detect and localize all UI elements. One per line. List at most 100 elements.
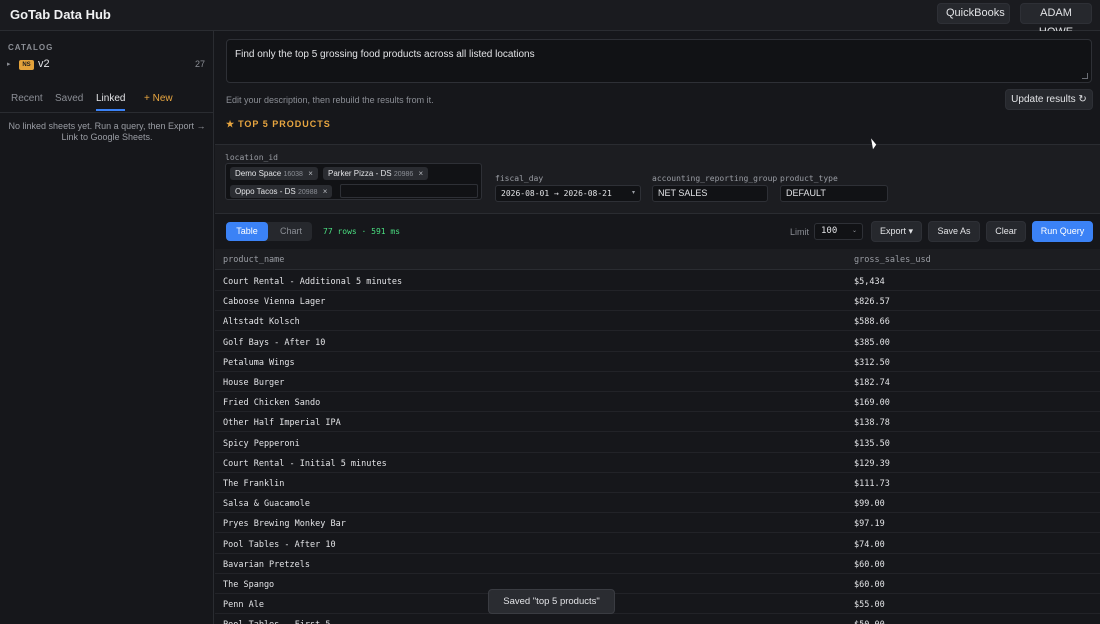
row-count-timing: 77 rows · 591 ms <box>323 227 401 236</box>
new-button[interactable]: + New <box>144 93 173 111</box>
tab-chart[interactable]: Chart <box>270 222 312 241</box>
table-row[interactable]: House Burger $182.74 <box>215 372 1100 392</box>
product-name-cell: The Franklin <box>223 479 285 489</box>
gross-sales-cell: $60.00 <box>854 559 885 570</box>
table-row[interactable]: Altstadt Kolsch $588.66 <box>215 311 1100 332</box>
product-name-cell: Altstadt Kolsch <box>223 317 300 328</box>
result-title: ★ TOP 5 PRODUCTS <box>226 119 331 132</box>
column-header-gross-sales[interactable]: gross_sales_usd <box>854 255 931 265</box>
table-row[interactable]: Court Rental - Additional 5 minutes $5,43… <box>215 271 1100 291</box>
clear-button[interactable]: Clear <box>986 221 1026 242</box>
description-hint: Edit your description, then rebuild the … <box>226 95 434 105</box>
chip-name: Parker Pizza - DS <box>328 169 392 178</box>
location-chip: Demo Space 16038 × <box>230 167 318 180</box>
product-name-cell: Salsa & Guacamole <box>223 499 310 510</box>
tab-table[interactable]: Table <box>226 222 268 241</box>
close-icon[interactable]: × <box>308 169 313 178</box>
save-as-button[interactable]: Save As <box>928 221 980 242</box>
table-row[interactable]: Bavarian Pretzels $60.00 <box>215 554 1100 574</box>
top-bar: GoTab Data Hub QuickBooks ▾ ADAM HOWE <box>0 0 1100 38</box>
table-row[interactable]: Pool Tables - After 10 $74.00 <box>215 534 1100 554</box>
quickbooks-menu-button[interactable]: QuickBooks ▾ <box>937 3 1010 37</box>
location-search-input[interactable] <box>340 184 478 198</box>
results-table: product_name gross_sales_usd Court Renta… <box>215 249 1100 624</box>
product-name-cell: Court Rental - Initial 5 minutes <box>223 458 387 469</box>
tab-linked[interactable]: Linked <box>96 93 126 111</box>
table-row[interactable]: Caboose Vienna Lager $826.57 <box>215 291 1100 312</box>
limit-value: 100 <box>821 226 838 236</box>
empty-linked-message: No linked sheets yet. Run a query, then … <box>8 121 206 142</box>
table-row[interactable]: Penn Ale $55.00 <box>215 594 1100 615</box>
product-name-cell: Petaluma Wings <box>223 357 295 368</box>
table-row[interactable]: Other Half Imperial IPA $138.78 <box>215 412 1100 433</box>
sidebar: CATALOG ▸ NS v2 27 Recent Saved Linked +… <box>0 31 214 624</box>
close-icon[interactable]: × <box>419 169 424 178</box>
fiscal-day-select[interactable]: 2026-08-01 → 2026-08-21 ▾ <box>495 185 641 202</box>
gross-sales-cell: $50.00 <box>854 620 885 624</box>
product-name-cell: Fried Chicken Sando <box>223 398 321 409</box>
product-name-cell: Golf Bays - After 10 <box>223 337 326 348</box>
product-name-cell: Court Rental - Additional 5 minutes <box>223 277 403 287</box>
table-row[interactable]: The Franklin $111.73 <box>215 473 1100 493</box>
product-name-cell: Caboose Vienna Lager <box>223 297 326 308</box>
catalog-label: CATALOG <box>8 43 54 52</box>
user-menu-button[interactable]: ADAM HOWE <box>1020 3 1092 38</box>
fiscal-day-label: fiscal_day <box>495 174 544 183</box>
gross-sales-cell: $312.50 <box>854 357 890 368</box>
table-row[interactable]: Pool Tables - First 5 $50.00 <box>215 614 1100 624</box>
table-row[interactable]: Golf Bays - After 10 $385.00 <box>215 332 1100 352</box>
table-row[interactable]: Salsa & Guacamole $99.00 <box>215 493 1100 514</box>
location-filter[interactable]: Demo Space 16038 × Parker Pizza - DS 209… <box>225 163 482 200</box>
table-row[interactable]: Pryes Brewing Monkey Bar $97.19 <box>215 513 1100 534</box>
limit-label: Limit <box>790 227 810 237</box>
catalog-item-v2[interactable]: ▸ NS v2 27 <box>7 58 207 72</box>
gross-sales-cell: $182.74 <box>854 378 890 388</box>
location-chip: Parker Pizza - DS 20986 × <box>323 167 429 180</box>
chip-name: Oppo Tacos - DS <box>235 187 296 196</box>
column-header-product-name[interactable]: product_name <box>223 255 284 265</box>
accounting-group-input[interactable]: NET SALES <box>652 185 768 202</box>
product-name-cell: Bavarian Pretzels <box>223 559 310 570</box>
accounting-group-label: accounting_reporting_group <box>652 174 778 183</box>
table-row[interactable]: Fried Chicken Sando $169.00 <box>215 392 1100 413</box>
chip-id: 16038 <box>283 171 303 178</box>
description-input[interactable]: Find only the top 5 grossing food produc… <box>226 39 1092 83</box>
location-chip: Oppo Tacos - DS 20988 × <box>230 185 333 198</box>
table-row[interactable]: Spicy Pepperoni $135.50 <box>215 433 1100 453</box>
run-query-button[interactable]: Run Query <box>1032 221 1093 242</box>
chevron-down-icon: ⌄ <box>851 228 857 234</box>
gross-sales-cell: $60.00 <box>854 580 885 590</box>
resize-handle-icon[interactable] <box>1082 73 1088 79</box>
gross-sales-cell: $99.00 <box>854 499 885 510</box>
toast-notification: Saved "top 5 products" <box>488 589 615 614</box>
result-title-text: TOP 5 PRODUCTS <box>238 119 331 129</box>
product-name-cell: Pryes Brewing Monkey Bar <box>223 519 346 530</box>
quickbooks-label: QuickBooks <box>946 7 1005 19</box>
limit-select[interactable]: 100 ⌄ <box>814 223 863 240</box>
table-row[interactable]: Petaluma Wings $312.50 <box>215 352 1100 372</box>
product-type-input[interactable]: DEFAULT <box>780 185 888 202</box>
tab-saved[interactable]: Saved <box>55 93 83 111</box>
namespace-badge: NS <box>19 60 34 70</box>
chevron-right-icon[interactable]: ▸ <box>7 60 11 68</box>
chevron-down-icon: ▾ <box>631 190 635 196</box>
mouse-cursor-icon <box>871 137 877 150</box>
description-text: Find only the top 5 grossing food produc… <box>235 49 535 60</box>
product-type-value: DEFAULT <box>786 188 826 198</box>
gross-sales-cell: $169.00 <box>854 398 890 409</box>
accounting-group-value: NET SALES <box>658 188 708 198</box>
gross-sales-cell: $588.66 <box>854 317 890 328</box>
export-button[interactable]: Export ▾ <box>871 221 922 242</box>
tab-recent[interactable]: Recent <box>11 93 43 111</box>
gross-sales-cell: $826.57 <box>854 297 890 308</box>
location-filter-label: location_id <box>225 153 278 162</box>
close-icon[interactable]: × <box>323 187 328 196</box>
product-name-cell: House Burger <box>223 378 285 388</box>
gross-sales-cell: $135.50 <box>854 438 890 449</box>
app-title: GoTab Data Hub <box>10 7 111 22</box>
update-results-button[interactable]: Update results ↻ <box>1005 89 1093 110</box>
product-name-cell: The Spango <box>223 580 275 590</box>
table-row[interactable]: The Spango $60.00 <box>215 574 1100 594</box>
table-row[interactable]: Court Rental - Initial 5 minutes $129.39 <box>215 453 1100 473</box>
chip-id: 20986 <box>393 171 414 178</box>
